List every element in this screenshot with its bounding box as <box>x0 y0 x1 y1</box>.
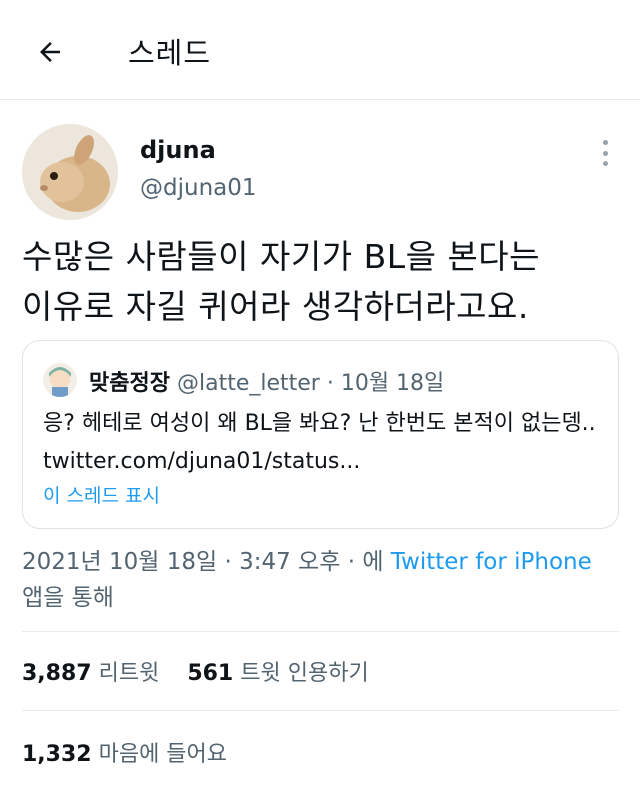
quotes-stat[interactable]: 561 트윗 인용하기 <box>187 661 368 686</box>
quote-date: 10월 18일 <box>340 371 445 396</box>
tweet-text: 수많은 사람들이 자기가 BL을 본다는 이유로 자길 퀴어라 생각하더라고요. <box>22 237 541 326</box>
rabbit-photo <box>22 124 118 220</box>
retweets-label: 리트윗 <box>98 661 160 686</box>
source-link[interactable]: Twitter for iPhone <box>391 549 592 575</box>
quotes-label: 트윗 인용하기 <box>240 661 369 686</box>
back-button[interactable] <box>30 32 70 72</box>
character-avatar-icon <box>43 363 77 397</box>
show-thread-link[interactable]: 이 스레드 표시 <box>43 481 160 508</box>
arrow-left-icon <box>40 42 60 62</box>
quote-author-handle: @latte_letter <box>176 371 320 396</box>
top-bar: 스레드 <box>0 0 640 100</box>
retweets-stat[interactable]: 3,887 리트윗 <box>22 661 159 686</box>
retweets-count: 3,887 <box>22 661 92 686</box>
quote-meta: 맞춤정장 @latte_letter · 10월 18일 <box>89 365 444 397</box>
engagement-stats: 3,887 리트윗 561 트윗 인용하기 <box>22 655 369 687</box>
more-options-button[interactable] <box>594 138 616 168</box>
likes-count: 1,332 <box>22 742 92 767</box>
dot-icon <box>602 161 608 166</box>
source-suffix: 앱을 통해 <box>22 585 114 611</box>
quote-avatar <box>43 363 77 397</box>
likes-label: 마음에 들어요 <box>98 742 228 767</box>
timestamp-text: 2021년 10월 18일 · 3:47 오후 · 에 <box>22 549 391 575</box>
dot-icon <box>602 150 608 156</box>
divider <box>22 710 619 711</box>
page-title: 스레드 <box>128 36 212 70</box>
quote-author-name: 맞춤정장 <box>89 371 170 396</box>
quote-text: 응? 헤테로 여성이 왜 BL을 봐요? 난 한번도 본적이 없는뎅.. twi… <box>43 411 596 474</box>
quote-separator: · <box>319 371 341 396</box>
likes-stat[interactable]: 1,332 마음에 들어요 <box>22 736 227 768</box>
divider <box>22 631 619 632</box>
author-avatar[interactable] <box>22 124 118 220</box>
tweet-timestamp: 2021년 10월 18일 · 3:47 오후 · 에 Twitter for … <box>22 544 622 616</box>
author-handle[interactable]: @djuna01 <box>140 175 257 201</box>
dot-icon <box>602 140 608 145</box>
quotes-count: 561 <box>187 661 234 686</box>
quoted-tweet-card[interactable]: 맞춤정장 @latte_letter · 10월 18일 응? 헤테로 여성이 … <box>22 340 619 529</box>
author-name[interactable]: djuna <box>140 136 216 164</box>
